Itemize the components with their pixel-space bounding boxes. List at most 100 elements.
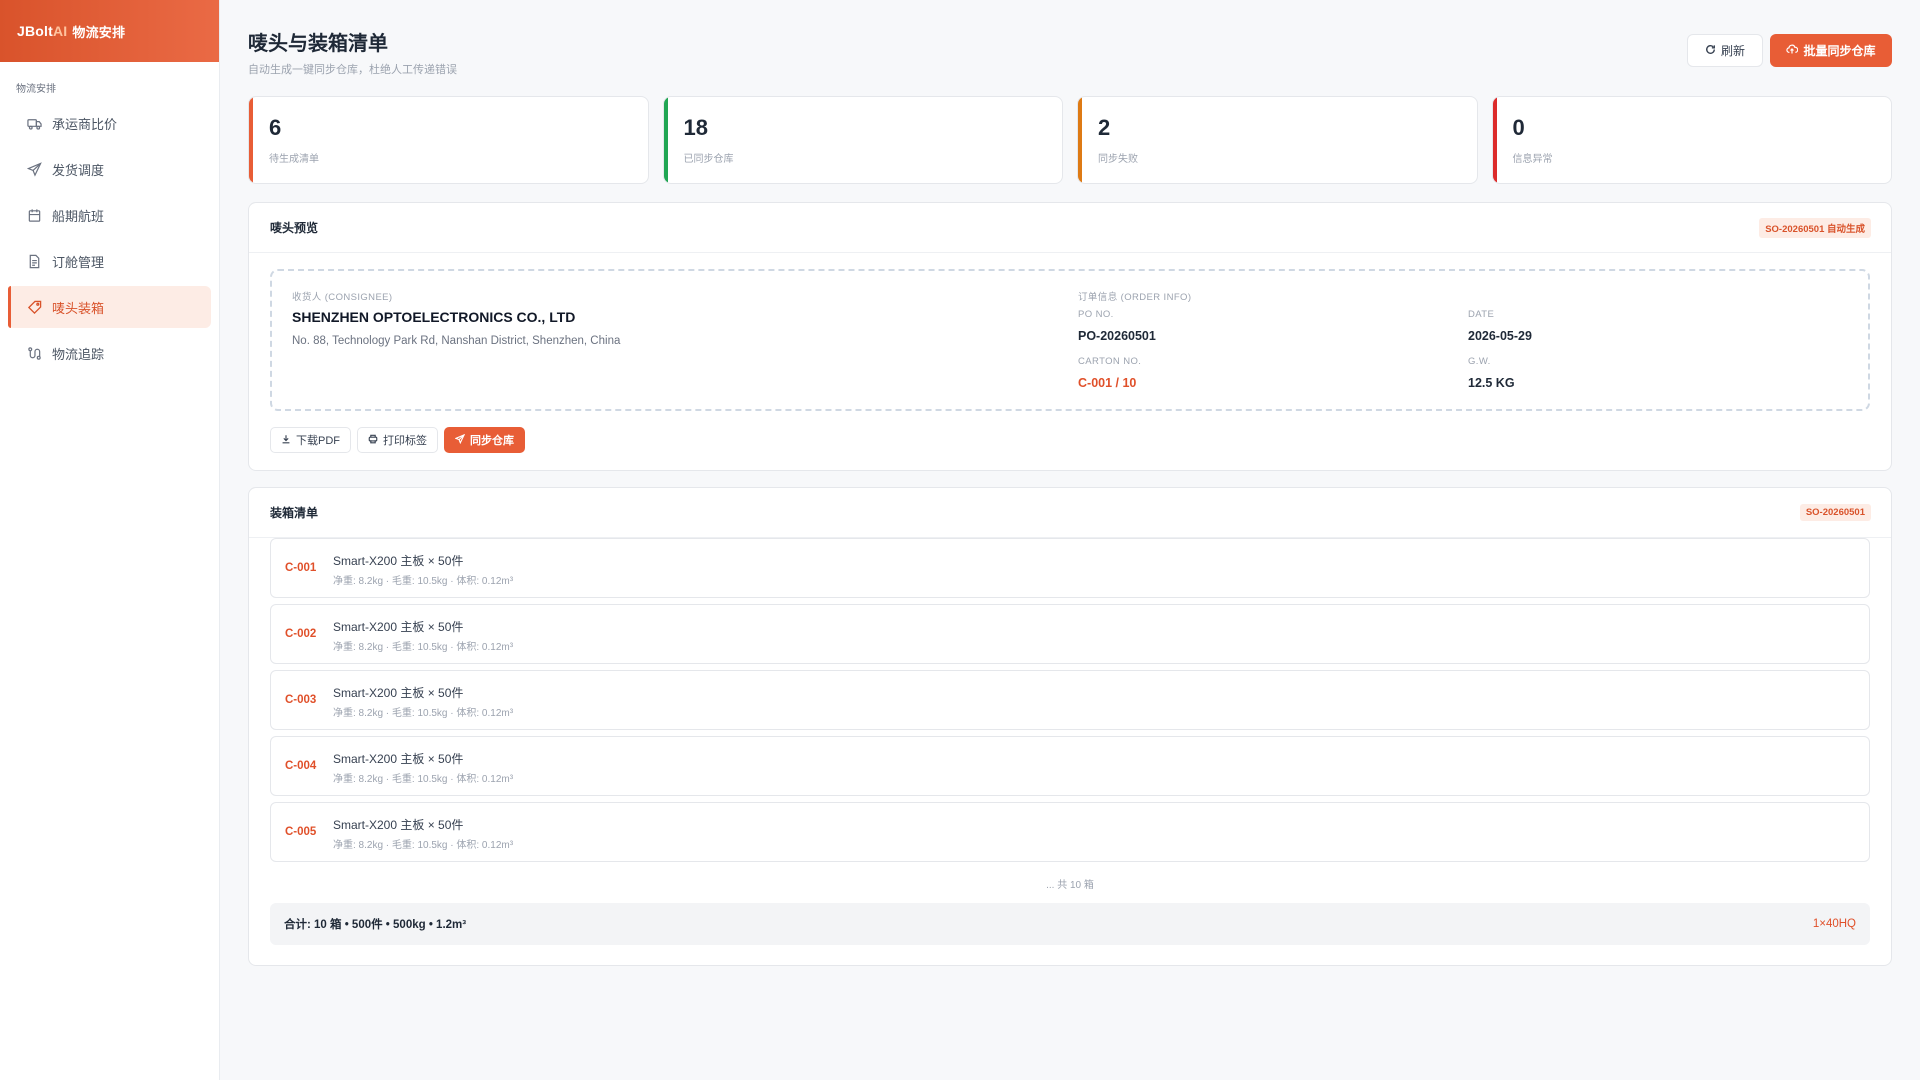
refresh-label: 刷新 (1720, 44, 1745, 58)
calendar-icon (26, 207, 42, 223)
brand-name: JBolt (17, 23, 53, 39)
po-label: PO NO. (1078, 309, 1114, 320)
packing-list: C-001 Smart-X200 主板 × 50件 净重: 8.2kg · 毛重… (249, 538, 1891, 862)
page-subtitle: 自动生成一键同步仓库，杜绝人工传递错误 (248, 64, 457, 76)
carton-meta: 净重: 8.2kg · 毛重: 10.5kg · 体积: 0.12m³ (333, 708, 514, 719)
sidebar-item-label: 船期航班 (52, 208, 105, 224)
gw-label: G.W. (1468, 356, 1491, 367)
brand-ai: AI (53, 23, 68, 39)
sidebar-item-marking-packing[interactable]: 唛头装箱 (8, 286, 211, 328)
stat-label: 同步失败 (1098, 154, 1138, 165)
stat-label: 已同步仓库 (683, 154, 734, 165)
po-value: PO-20260501 (1078, 329, 1156, 343)
refresh-icon (1705, 44, 1716, 58)
carton-code: C-004 (285, 760, 317, 772)
stat-value: 6 (269, 115, 282, 140)
consignee-name: SHENZHEN OPTOELECTRONICS CO., LTD (292, 309, 576, 325)
brand-sub: 物流安排 (72, 24, 126, 40)
download-pdf-button[interactable]: 下载PDF (270, 427, 351, 453)
sync-label: 同步仓库 (470, 435, 514, 447)
sidebar-item-dispatch[interactable]: 发货调度 (8, 148, 211, 190)
carton-label: CARTON NO. (1078, 356, 1142, 367)
carton-meta: 净重: 8.2kg · 毛重: 10.5kg · 体积: 0.12m³ (333, 576, 514, 587)
sidebar-item-label: 唛头装箱 (52, 300, 105, 316)
carton-meta: 净重: 8.2kg · 毛重: 10.5kg · 体积: 0.12m³ (333, 774, 514, 785)
sidebar-item-label: 订舱管理 (52, 254, 105, 270)
card-title: 唛头预览 (270, 221, 319, 235)
batch-sync-button[interactable]: 批量同步仓库 (1770, 34, 1892, 67)
print-label-button[interactable]: 打印标签 (357, 427, 438, 453)
carton-meta: 净重: 8.2kg · 毛重: 10.5kg · 体积: 0.12m³ (333, 642, 514, 653)
sidebar-item-booking[interactable]: 订舱管理 (8, 240, 211, 282)
date-label: DATE (1468, 309, 1495, 320)
list-item[interactable]: C-004 Smart-X200 主板 × 50件 净重: 8.2kg · 毛重… (270, 736, 1870, 796)
carton-meta: 净重: 8.2kg · 毛重: 10.5kg · 体积: 0.12m³ (333, 840, 514, 851)
consignee-address: No. 88, Technology Park Rd, Nanshan Dist… (292, 335, 621, 347)
carton-title: Smart-X200 主板 × 50件 (333, 554, 464, 568)
order-info-label: 订单信息 (ORDER INFO) (1078, 292, 1192, 303)
list-item[interactable]: C-001 Smart-X200 主板 × 50件 净重: 8.2kg · 毛重… (270, 538, 1870, 598)
stat-value: 18 (683, 115, 708, 140)
sidebar-item-carrier-compare[interactable]: 承运商比价 (8, 102, 211, 144)
carton-title: Smart-X200 主板 × 50件 (333, 818, 464, 832)
carton-code: C-002 (285, 628, 317, 640)
packing-list-card: 装箱清单 SO-20260501 C-001 Smart-X200 主板 × 5… (248, 487, 1892, 966)
carton-title: Smart-X200 主板 × 50件 (333, 686, 464, 700)
download-icon (281, 434, 291, 447)
container-type: 1×40HQ (1812, 918, 1856, 930)
printer-icon (368, 434, 378, 447)
carton-title: Smart-X200 主板 × 50件 (333, 752, 464, 766)
tag-icon (26, 299, 42, 315)
gw-value: 12.5 KG (1468, 376, 1515, 390)
card-header: 唛头预览 SO-20260501 自动生成 (249, 203, 1891, 253)
main-content: 唛头与装箱清单 自动生成一键同步仓库，杜绝人工传递错误 刷新 批量同步仓库 6 … (248, 0, 1892, 966)
brand-logo[interactable]: JBolt AI 物流安排 (0, 0, 219, 62)
sidebar-item-label: 物流追踪 (52, 346, 105, 362)
date-value: 2026-05-29 (1468, 329, 1532, 343)
card-title: 装箱清单 (270, 506, 319, 520)
list-item[interactable]: C-003 Smart-X200 主板 × 50件 净重: 8.2kg · 毛重… (270, 670, 1870, 730)
stat-label: 待生成清单 (269, 154, 319, 165)
status-badge: SO-20260501 自动生成 (1759, 217, 1871, 238)
stat-value: 0 (1512, 115, 1525, 140)
truck-icon (26, 115, 42, 131)
stats-row: 6 待生成清单 18 已同步仓库 2 同步失败 0 信息异常 (248, 96, 1892, 184)
route-icon (26, 345, 42, 361)
carton-code: C-005 (285, 826, 317, 838)
carton-value: C-001 / 10 (1078, 376, 1137, 390)
carton-title: Smart-X200 主板 × 50件 (333, 620, 464, 634)
refresh-button[interactable]: 刷新 (1687, 34, 1763, 67)
stat-card-synced: 18 已同步仓库 (662, 96, 1063, 184)
send-icon (454, 433, 466, 447)
sidebar-item-schedule[interactable]: 船期航班 (8, 194, 211, 236)
document-icon (26, 253, 42, 269)
stat-value: 2 (1098, 115, 1111, 140)
carton-code: C-001 (285, 562, 317, 574)
carton-code: C-003 (285, 694, 317, 706)
sidebar-section-label: 物流安排 (16, 84, 56, 95)
stat-label: 信息异常 (1512, 154, 1553, 165)
print-label: 打印标签 (383, 435, 427, 447)
page-title: 唛头与装箱清单 (248, 33, 388, 55)
mark-preview-card: 唛头预览 SO-20260501 自动生成 收货人 (CONSIGNEE) SH… (248, 202, 1892, 471)
order-badge: SO-20260501 (1799, 504, 1871, 521)
summary-text: 合计: 10 箱 • 500件 • 500kg • 1.2m³ (284, 919, 467, 931)
page-header: 唛头与装箱清单 自动生成一键同步仓库，杜绝人工传递错误 刷新 批量同步仓库 (248, 0, 1892, 96)
stat-card-error: 0 信息异常 (1491, 96, 1892, 184)
mark-actions: 下载PDF 打印标签 同步仓库 (249, 411, 1891, 470)
send-icon (26, 161, 42, 177)
sidebar-item-label: 发货调度 (52, 162, 105, 178)
sidebar: JBolt AI 物流安排 物流安排 承运商比价 发货调度 船期航班 订舱管理 唛头… (0, 0, 220, 1080)
list-item[interactable]: C-002 Smart-X200 主板 × 50件 净重: 8.2kg · 毛重… (270, 604, 1870, 664)
stat-card-failed: 2 同步失败 (1077, 96, 1478, 184)
cloud-upload-icon (1786, 43, 1799, 58)
download-label: 下载PDF (296, 435, 340, 447)
more-indicator: ... 共 10 箱 (1046, 880, 1094, 891)
sidebar-item-tracking[interactable]: 物流追踪 (8, 332, 211, 374)
sync-warehouse-button[interactable]: 同步仓库 (444, 427, 525, 453)
shipping-mark-preview: 收货人 (CONSIGNEE) SHENZHEN OPTOELECTRONICS… (270, 269, 1870, 411)
consignee-label: 收货人 (CONSIGNEE) (292, 292, 393, 303)
batch-sync-label: 批量同步仓库 (1803, 44, 1876, 58)
packing-summary: 合计: 10 箱 • 500件 • 500kg • 1.2m³ 1×40HQ (270, 903, 1870, 945)
list-item[interactable]: C-005 Smart-X200 主板 × 50件 净重: 8.2kg · 毛重… (270, 802, 1870, 862)
